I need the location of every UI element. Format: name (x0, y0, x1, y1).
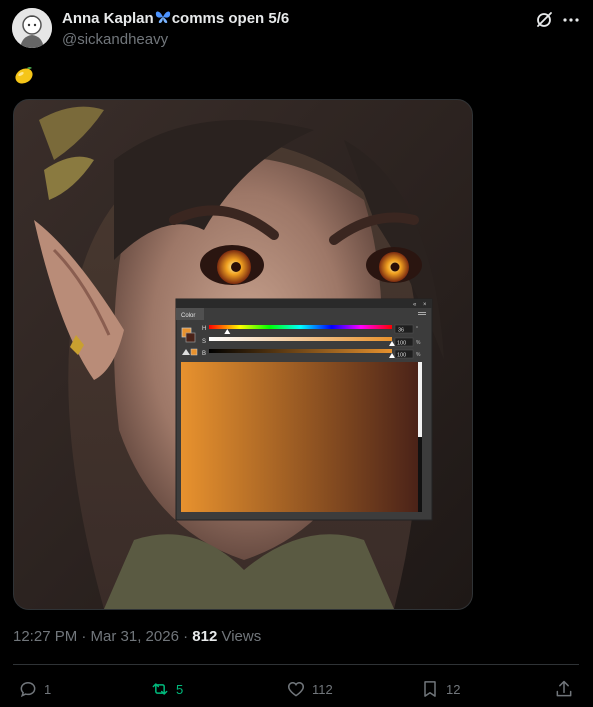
share-button[interactable] (554, 678, 580, 700)
avatar-image (12, 8, 52, 48)
post-image[interactable]: « × Color H 36 ° S 100 % B 100 % (13, 99, 473, 610)
hue-unit: ° (416, 326, 418, 332)
heart-icon (287, 681, 305, 697)
lemon-emoji-icon (13, 64, 35, 86)
h-label: H (202, 326, 206, 332)
artwork-illustration: « × Color H 36 ° S 100 % B 100 % (14, 100, 472, 609)
background-swatch[interactable] (185, 332, 196, 343)
bookmark-count: 12 (446, 681, 461, 697)
grok-icon[interactable] (534, 10, 554, 30)
timestamp-text[interactable]: 12:27 PM · Mar 31, 2026 · (13, 628, 192, 645)
reply-icon (20, 681, 36, 698)
svg-text:×: × (423, 302, 427, 308)
saturation-slider[interactable] (209, 337, 392, 341)
value-strip[interactable] (418, 362, 422, 437)
reply-button[interactable]: 1 (18, 678, 51, 700)
avatar[interactable] (12, 8, 52, 48)
color-panel-title: Color (181, 313, 195, 319)
reply-count: 1 (44, 681, 52, 697)
saturation-unit: % (416, 340, 421, 346)
more-options-icon[interactable] (561, 10, 581, 30)
author-name-suffix: comms open 5/6 (171, 10, 290, 27)
views-label: Views (217, 628, 262, 645)
hue-value: 36 (398, 328, 404, 334)
bookmark-icon (424, 681, 436, 697)
author-name[interactable]: Anna Kaplan comms open 5/6 (62, 10, 289, 27)
author-name-text: Anna Kaplan (62, 10, 154, 27)
bookmark-button[interactable]: 12 (420, 678, 460, 700)
like-button[interactable]: 112 (286, 678, 333, 700)
color-spectrum-field[interactable] (181, 362, 419, 512)
brightness-value: 100 (397, 353, 406, 359)
like-count: 112 (312, 681, 333, 697)
butterfly-emoji-icon (155, 10, 171, 27)
brightness-slider[interactable] (209, 349, 392, 353)
repost-button[interactable]: 5 (150, 678, 183, 700)
brightness-unit: % (416, 352, 421, 358)
b-label: B (202, 351, 206, 357)
divider (13, 664, 579, 665)
s-label: S (202, 339, 206, 345)
views-count: 812 (192, 628, 218, 645)
author-handle[interactable]: @sickandheavy (62, 31, 168, 48)
post-timestamp: 12:27 PM · Mar 31, 2026 · 812 Views (13, 628, 261, 645)
share-icon (556, 680, 572, 697)
repost-icon (152, 683, 168, 695)
color-panel: « × Color H 36 ° S 100 % B 100 % (175, 298, 433, 521)
saturation-value: 100 (397, 341, 406, 347)
repost-count: 5 (176, 681, 184, 697)
hue-slider[interactable] (209, 325, 392, 329)
